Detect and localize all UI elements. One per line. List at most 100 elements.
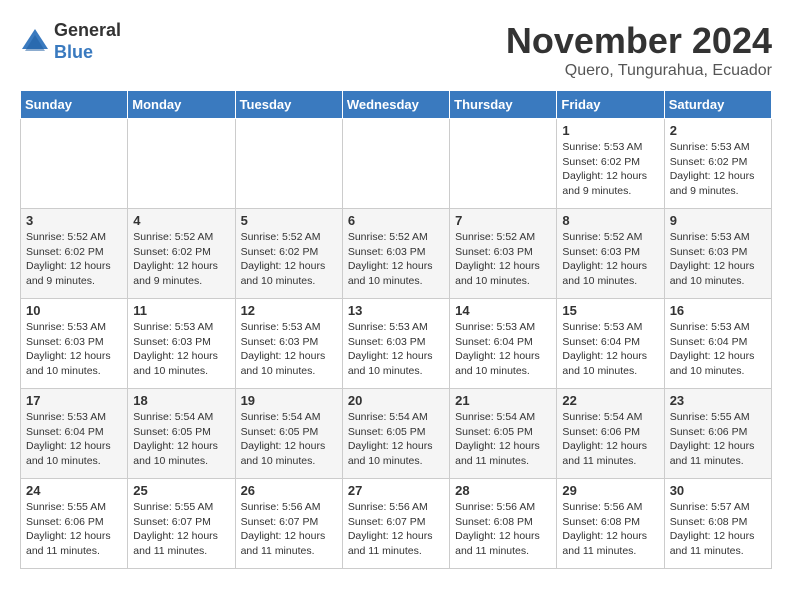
logo-general-text: General xyxy=(54,20,121,42)
calendar-cell: 22 Sunrise: 5:54 AM Sunset: 6:06 PM Dayli… xyxy=(557,389,664,479)
day-info: Sunrise: 5:53 AM Sunset: 6:02 PM Dayligh… xyxy=(670,140,766,199)
day-header-thursday: Thursday xyxy=(450,91,557,119)
day-number: 2 xyxy=(670,123,766,138)
week-row-1: 1 Sunrise: 5:53 AM Sunset: 6:02 PM Daylig… xyxy=(21,119,772,209)
day-number: 1 xyxy=(562,123,658,138)
day-number: 23 xyxy=(670,393,766,408)
calendar-cell: 28 Sunrise: 5:56 AM Sunset: 6:08 PM Dayli… xyxy=(450,479,557,569)
calendar-cell: 6 Sunrise: 5:52 AM Sunset: 6:03 PM Daylig… xyxy=(342,209,449,299)
day-info: Sunrise: 5:55 AM Sunset: 6:06 PM Dayligh… xyxy=(26,500,122,559)
day-number: 21 xyxy=(455,393,551,408)
calendar-cell xyxy=(235,119,342,209)
day-info: Sunrise: 5:52 AM Sunset: 6:03 PM Dayligh… xyxy=(562,230,658,289)
logo-blue-text: Blue xyxy=(54,42,121,64)
day-info: Sunrise: 5:54 AM Sunset: 6:05 PM Dayligh… xyxy=(241,410,337,469)
day-header-wednesday: Wednesday xyxy=(342,91,449,119)
day-header-sunday: Sunday xyxy=(21,91,128,119)
day-info: Sunrise: 5:55 AM Sunset: 6:07 PM Dayligh… xyxy=(133,500,229,559)
day-info: Sunrise: 5:57 AM Sunset: 6:08 PM Dayligh… xyxy=(670,500,766,559)
calendar-cell: 1 Sunrise: 5:53 AM Sunset: 6:02 PM Daylig… xyxy=(557,119,664,209)
calendar-cell: 15 Sunrise: 5:53 AM Sunset: 6:04 PM Dayli… xyxy=(557,299,664,389)
calendar-cell: 2 Sunrise: 5:53 AM Sunset: 6:02 PM Daylig… xyxy=(664,119,771,209)
day-number: 3 xyxy=(26,213,122,228)
calendar-cell: 26 Sunrise: 5:56 AM Sunset: 6:07 PM Dayli… xyxy=(235,479,342,569)
page-header: General Blue November 2024 Quero, Tungur… xyxy=(20,20,772,80)
week-row-5: 24 Sunrise: 5:55 AM Sunset: 6:06 PM Dayli… xyxy=(21,479,772,569)
calendar-cell xyxy=(128,119,235,209)
day-number: 24 xyxy=(26,483,122,498)
day-info: Sunrise: 5:53 AM Sunset: 6:03 PM Dayligh… xyxy=(241,320,337,379)
day-info: Sunrise: 5:56 AM Sunset: 6:07 PM Dayligh… xyxy=(241,500,337,559)
day-info: Sunrise: 5:53 AM Sunset: 6:03 PM Dayligh… xyxy=(348,320,444,379)
day-number: 30 xyxy=(670,483,766,498)
day-info: Sunrise: 5:53 AM Sunset: 6:03 PM Dayligh… xyxy=(26,320,122,379)
day-info: Sunrise: 5:52 AM Sunset: 6:03 PM Dayligh… xyxy=(348,230,444,289)
day-number: 22 xyxy=(562,393,658,408)
day-header-tuesday: Tuesday xyxy=(235,91,342,119)
day-number: 27 xyxy=(348,483,444,498)
week-row-3: 10Sunrise: 5:53 AM Sunset: 6:03 PM Dayli… xyxy=(21,299,772,389)
day-number: 6 xyxy=(348,213,444,228)
day-info: Sunrise: 5:52 AM Sunset: 6:02 PM Dayligh… xyxy=(133,230,229,289)
day-info: Sunrise: 5:53 AM Sunset: 6:02 PM Dayligh… xyxy=(562,140,658,199)
day-number: 29 xyxy=(562,483,658,498)
location-subtitle: Quero, Tungurahua, Ecuador xyxy=(506,62,772,80)
day-number: 18 xyxy=(133,393,229,408)
day-info: Sunrise: 5:52 AM Sunset: 6:03 PM Dayligh… xyxy=(455,230,551,289)
calendar-cell: 11Sunrise: 5:53 AM Sunset: 6:03 PM Dayli… xyxy=(128,299,235,389)
calendar-cell: 7 Sunrise: 5:52 AM Sunset: 6:03 PM Daylig… xyxy=(450,209,557,299)
calendar-cell xyxy=(21,119,128,209)
day-info: Sunrise: 5:56 AM Sunset: 6:08 PM Dayligh… xyxy=(562,500,658,559)
calendar-cell: 8 Sunrise: 5:52 AM Sunset: 6:03 PM Daylig… xyxy=(557,209,664,299)
calendar-cell: 24 Sunrise: 5:55 AM Sunset: 6:06 PM Dayli… xyxy=(21,479,128,569)
day-info: Sunrise: 5:54 AM Sunset: 6:06 PM Dayligh… xyxy=(562,410,658,469)
calendar-cell: 30 Sunrise: 5:57 AM Sunset: 6:08 PM Dayli… xyxy=(664,479,771,569)
day-header-monday: Monday xyxy=(128,91,235,119)
day-number: 11 xyxy=(133,303,229,318)
day-info: Sunrise: 5:53 AM Sunset: 6:04 PM Dayligh… xyxy=(562,320,658,379)
calendar-cell: 4 Sunrise: 5:52 AM Sunset: 6:02 PM Daylig… xyxy=(128,209,235,299)
week-row-4: 17 Sunrise: 5:53 AM Sunset: 6:04 PM Dayli… xyxy=(21,389,772,479)
day-number: 20 xyxy=(348,393,444,408)
day-number: 7 xyxy=(455,213,551,228)
calendar-cell: 5Sunrise: 5:52 AM Sunset: 6:02 PM Daylig… xyxy=(235,209,342,299)
day-info: Sunrise: 5:52 AM Sunset: 6:02 PM Dayligh… xyxy=(26,230,122,289)
day-info: Sunrise: 5:56 AM Sunset: 6:07 PM Dayligh… xyxy=(348,500,444,559)
calendar-cell: 9 Sunrise: 5:53 AM Sunset: 6:03 PM Daylig… xyxy=(664,209,771,299)
calendar-cell: 23 Sunrise: 5:55 AM Sunset: 6:06 PM Dayli… xyxy=(664,389,771,479)
day-info: Sunrise: 5:54 AM Sunset: 6:05 PM Dayligh… xyxy=(455,410,551,469)
day-number: 16 xyxy=(670,303,766,318)
day-header-friday: Friday xyxy=(557,91,664,119)
calendar-cell: 10Sunrise: 5:53 AM Sunset: 6:03 PM Dayli… xyxy=(21,299,128,389)
calendar-cell xyxy=(342,119,449,209)
day-number: 9 xyxy=(670,213,766,228)
calendar-cell: 12 Sunrise: 5:53 AM Sunset: 6:03 PM Dayli… xyxy=(235,299,342,389)
day-info: Sunrise: 5:55 AM Sunset: 6:06 PM Dayligh… xyxy=(670,410,766,469)
calendar-cell: 18 Sunrise: 5:54 AM Sunset: 6:05 PM Dayli… xyxy=(128,389,235,479)
day-header-saturday: Saturday xyxy=(664,91,771,119)
calendar-cell: 14Sunrise: 5:53 AM Sunset: 6:04 PM Dayli… xyxy=(450,299,557,389)
day-info: Sunrise: 5:54 AM Sunset: 6:05 PM Dayligh… xyxy=(133,410,229,469)
calendar-header-row: SundayMondayTuesdayWednesdayThursdayFrid… xyxy=(21,91,772,119)
day-number: 19 xyxy=(241,393,337,408)
calendar-cell: 21 Sunrise: 5:54 AM Sunset: 6:05 PM Dayli… xyxy=(450,389,557,479)
calendar-cell: 19 Sunrise: 5:54 AM Sunset: 6:05 PM Dayli… xyxy=(235,389,342,479)
day-number: 8 xyxy=(562,213,658,228)
calendar-cell: 29 Sunrise: 5:56 AM Sunset: 6:08 PM Dayli… xyxy=(557,479,664,569)
day-number: 28 xyxy=(455,483,551,498)
day-info: Sunrise: 5:53 AM Sunset: 6:04 PM Dayligh… xyxy=(26,410,122,469)
day-number: 14 xyxy=(455,303,551,318)
day-number: 12 xyxy=(241,303,337,318)
day-number: 17 xyxy=(26,393,122,408)
calendar-cell: 17 Sunrise: 5:53 AM Sunset: 6:04 PM Dayli… xyxy=(21,389,128,479)
week-row-2: 3 Sunrise: 5:52 AM Sunset: 6:02 PM Daylig… xyxy=(21,209,772,299)
logo-icon xyxy=(20,27,50,57)
day-number: 4 xyxy=(133,213,229,228)
day-number: 13 xyxy=(348,303,444,318)
day-info: Sunrise: 5:56 AM Sunset: 6:08 PM Dayligh… xyxy=(455,500,551,559)
day-number: 15 xyxy=(562,303,658,318)
calendar-cell: 3 Sunrise: 5:52 AM Sunset: 6:02 PM Daylig… xyxy=(21,209,128,299)
calendar-cell: 27 Sunrise: 5:56 AM Sunset: 6:07 PM Dayli… xyxy=(342,479,449,569)
day-info: Sunrise: 5:53 AM Sunset: 6:03 PM Dayligh… xyxy=(670,230,766,289)
day-number: 26 xyxy=(241,483,337,498)
